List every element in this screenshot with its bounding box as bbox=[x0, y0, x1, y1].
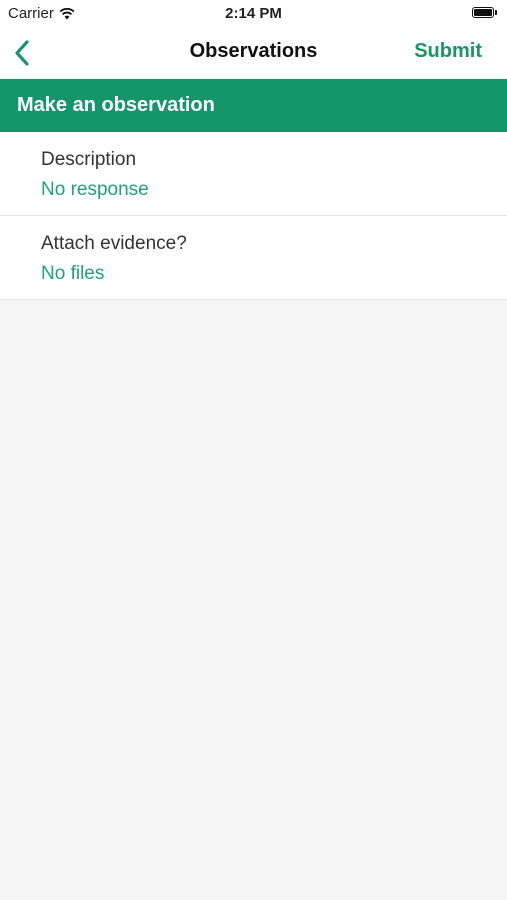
navigation-bar: Observations Submit bbox=[0, 28, 507, 78]
battery-level-fill bbox=[474, 9, 492, 16]
attach-evidence-row[interactable]: Attach evidence? No files bbox=[0, 216, 507, 300]
status-time: 2:14 PM bbox=[225, 5, 282, 22]
attach-evidence-value[interactable]: No files bbox=[41, 261, 507, 287]
description-label: Description bbox=[41, 149, 137, 170]
description-row[interactable]: Description No response bbox=[0, 132, 507, 216]
observation-form: Description No response Attach evidence?… bbox=[0, 132, 507, 300]
section-header: Make an observation bbox=[0, 79, 507, 132]
battery-icon bbox=[472, 7, 498, 19]
description-value[interactable]: No response bbox=[41, 177, 507, 203]
submit-button[interactable]: Submit bbox=[414, 40, 482, 63]
attach-evidence-label: Attach evidence? bbox=[41, 233, 187, 254]
status-bar: Carrier 2:14 PM bbox=[0, 0, 507, 28]
